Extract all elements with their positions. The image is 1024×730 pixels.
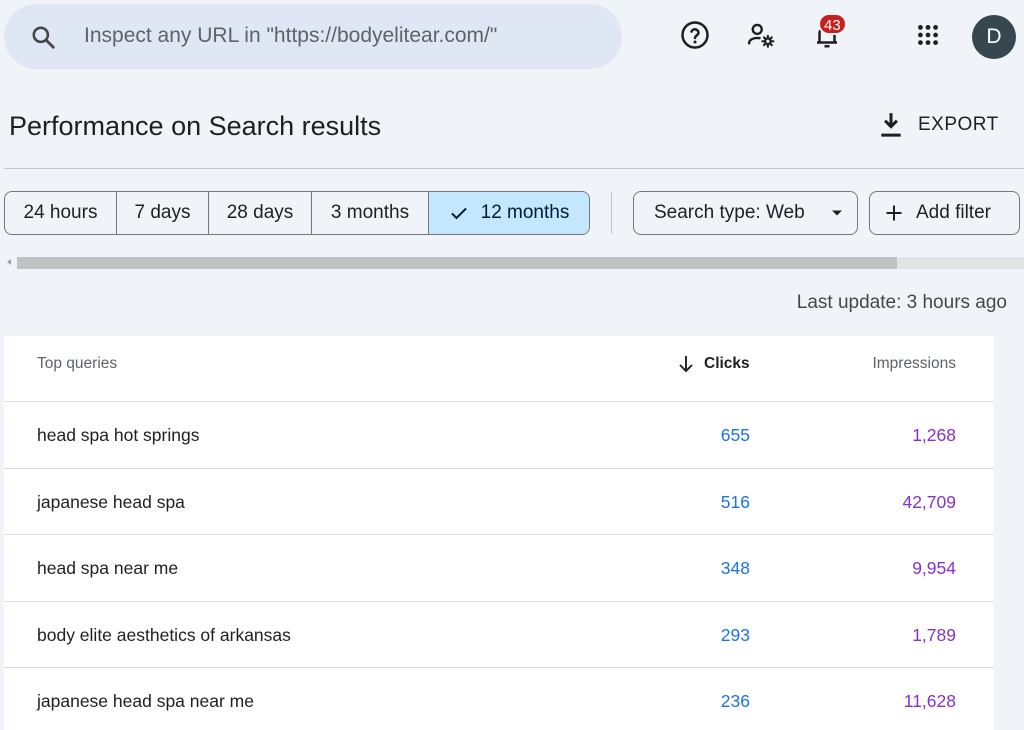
apps-button[interactable] xyxy=(911,18,945,52)
column-header-clicks[interactable]: Clicks xyxy=(678,355,750,373)
clicks-cell: 348 xyxy=(720,558,750,578)
clicks-header-label: Clicks xyxy=(704,355,750,372)
export-label: EXPORT xyxy=(918,114,999,135)
table-row[interactable]: japanese head spa 516 42,709 xyxy=(4,469,994,535)
plus-icon xyxy=(886,205,902,221)
add-filter-button[interactable]: Add filter xyxy=(869,191,1020,235)
clicks-cell: 293 xyxy=(720,624,750,645)
chip-label: 24 hours xyxy=(23,202,98,223)
impressions-cell: 1,268 xyxy=(912,425,956,445)
help-button[interactable] xyxy=(678,18,712,52)
query-cell: japanese head spa near me xyxy=(37,691,254,711)
top-queries-table: Top queries Clicks Impressions head spa … xyxy=(4,336,994,730)
url-inspect-input[interactable] xyxy=(84,16,604,56)
export-button[interactable]: EXPORT xyxy=(878,108,999,142)
impressions-cell: 11,628 xyxy=(903,691,956,711)
apps-grid-icon xyxy=(918,25,938,45)
dropdown-arrow-icon xyxy=(832,210,842,216)
filter-separator xyxy=(611,192,612,234)
date-range-12-months[interactable]: 12 months xyxy=(429,192,589,234)
clicks-cell: 236 xyxy=(720,691,750,711)
column-header-queries: Top queries xyxy=(37,355,118,372)
clicks-cell: 516 xyxy=(720,491,750,512)
query-cell: body elite aesthetics of arkansas xyxy=(37,624,291,645)
query-cell: head spa hot springs xyxy=(37,425,200,445)
sort-arrow-down-icon xyxy=(679,356,693,373)
column-header-impressions[interactable]: Impressions xyxy=(872,355,956,373)
table-header: Top queries Clicks Impressions xyxy=(4,336,994,402)
chip-label: 12 months xyxy=(480,202,570,223)
chip-label: 28 days xyxy=(226,202,294,223)
date-range-selector: 24 hours 7 days 28 days 3 months 12 mont… xyxy=(4,191,590,235)
last-update-text: Last update: 3 hours ago xyxy=(796,292,1007,313)
date-range-3-months[interactable]: 3 months xyxy=(312,192,429,234)
table-row[interactable]: head spa near me 348 9,954 xyxy=(4,535,994,602)
notification-count-badge: 43 xyxy=(818,13,847,35)
page-title: Performance on Search results xyxy=(9,111,382,141)
table-row[interactable]: body elite aesthetics of arkansas 293 1,… xyxy=(4,602,994,668)
query-cell: head spa near me xyxy=(37,558,179,578)
clicks-cell: 655 xyxy=(720,425,750,445)
table-row[interactable]: japanese head spa near me 236 11,628 xyxy=(4,668,994,730)
impressions-cell: 1,789 xyxy=(912,624,956,645)
date-range-28-days[interactable]: 28 days xyxy=(209,192,312,234)
check-icon xyxy=(450,207,467,220)
search-icon xyxy=(32,26,55,49)
help-icon xyxy=(681,21,709,49)
scrollbar-thumb[interactable] xyxy=(17,257,897,269)
date-range-7-days[interactable]: 7 days xyxy=(117,192,209,234)
search-bar[interactable] xyxy=(4,4,622,69)
impressions-cell: 42,709 xyxy=(902,491,956,512)
impressions-cell: 9,954 xyxy=(912,558,956,578)
date-range-24-hours[interactable]: 24 hours xyxy=(5,192,117,234)
search-type-label: Search type: Web xyxy=(654,202,805,223)
query-cell: japanese head spa xyxy=(37,491,185,512)
chip-label: 7 days xyxy=(134,202,191,223)
chip-label: 3 months xyxy=(330,202,410,223)
users-settings-button[interactable] xyxy=(744,18,778,52)
download-icon xyxy=(881,113,901,137)
header-divider xyxy=(4,168,1024,169)
table-row[interactable]: head spa hot springs 655 1,268 xyxy=(4,402,994,469)
avatar[interactable]: D xyxy=(972,15,1016,59)
users-settings-icon xyxy=(747,23,775,48)
scroll-left-arrow[interactable] xyxy=(7,259,11,265)
add-filter-label: Add filter xyxy=(916,202,991,223)
search-type-dropdown[interactable]: Search type: Web xyxy=(633,191,858,235)
